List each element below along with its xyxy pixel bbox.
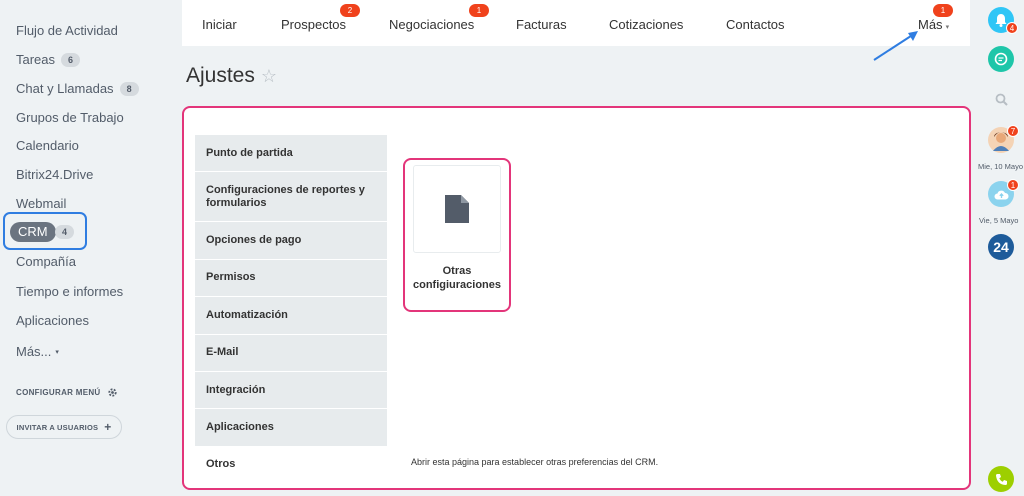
settings-item-automation[interactable]: Automatización <box>195 297 387 335</box>
phone-icon[interactable] <box>988 466 1014 492</box>
sidebar-item-drive[interactable]: Bitrix24.Drive <box>16 167 93 182</box>
tab-prospectos[interactable]: Prospectos <box>281 17 346 32</box>
negociaciones-badge: 1 <box>469 4 489 17</box>
sidebar-item-calendar[interactable]: Calendario <box>16 138 79 153</box>
crm-tabs-bar: Iniciar Prospectos 2 Negociaciones 1 Fac… <box>182 0 970 46</box>
tile-icon-box <box>413 165 501 253</box>
star-icon[interactable]: ☆ <box>261 66 277 87</box>
sidebar-item-chat[interactable]: Chat y Llamadas 8 <box>16 81 139 96</box>
sidebar-item-activity-stream[interactable]: Flujo de Actividad <box>16 23 118 38</box>
sidebar-item-company[interactable]: Compañía <box>16 254 76 269</box>
settings-item-email[interactable]: E-Mail <box>195 334 387 372</box>
sidebar-item-workgroups[interactable]: Grupos de Trabajo <box>16 110 124 125</box>
page-title: Ajustes ☆ <box>186 64 278 87</box>
settings-item-others[interactable]: Otros <box>195 446 387 485</box>
tasks-count-badge: 6 <box>61 52 81 67</box>
sidebar-item-crm[interactable]: CRM <box>10 222 56 242</box>
tab-contactos[interactable]: Contactos <box>726 17 785 32</box>
section-description: Abrir esta página para establecer otras … <box>411 457 659 467</box>
sidebar-item-time-reports[interactable]: Tiempo e informes <box>16 284 123 299</box>
sidebar-item-webmail[interactable]: Webmail <box>16 196 66 211</box>
tile-label: Otras configiuraciones <box>412 265 502 291</box>
sidebar-item-tasks[interactable]: Tareas 6 <box>16 52 81 67</box>
notifications-badge: 4 <box>1006 22 1018 34</box>
tab-facturas[interactable]: Facturas <box>516 17 567 32</box>
avatar-badge: 7 <box>1007 125 1019 137</box>
chevron-down-icon: ▾ <box>55 348 59 356</box>
sidebar-item-more[interactable]: Más... ▾ <box>16 344 59 359</box>
crm-count-badge: 4 <box>55 225 75 239</box>
date-label: Vie, 5 Mayo <box>979 216 1019 225</box>
left-sidebar: Flujo de Actividad Tareas 6 Chat y Llamad… <box>0 0 172 496</box>
date-label: Mie, 10 Mayo <box>978 162 1024 171</box>
tab-negociaciones[interactable]: Negociaciones <box>389 17 474 32</box>
other-settings-tile[interactable]: Otras configiuraciones <box>403 158 511 312</box>
document-icon <box>445 195 469 223</box>
search-icon[interactable] <box>988 86 1014 112</box>
sidebar-item-applications[interactable]: Aplicaciones <box>16 313 89 328</box>
tab-mas[interactable]: Más ▾ <box>918 17 949 32</box>
tab-cotizaciones[interactable]: Cotizaciones <box>609 17 683 32</box>
settings-panel: Punto de partida Configuraciones de repo… <box>182 106 971 490</box>
open-lines-icon[interactable] <box>988 46 1014 72</box>
settings-item-integration[interactable]: Integración <box>195 371 387 410</box>
right-rail: 4 7 Mie, 10 Mayo 1 Vie, 5 Mayo 24 <box>974 0 1024 496</box>
prospectos-badge: 2 <box>340 4 360 17</box>
crm-highlight: CRM 4 <box>3 212 87 250</box>
gear-icon <box>107 388 117 397</box>
cloud-badge: 1 <box>1007 179 1019 191</box>
chevron-down-icon: ▾ <box>945 24 950 31</box>
settings-item-starting-point[interactable]: Punto de partida <box>195 135 387 173</box>
plus-icon: + <box>104 420 112 434</box>
bitrix24-logo[interactable]: 24 <box>988 234 1014 260</box>
settings-menu: Punto de partida Configuraciones de repo… <box>195 135 387 485</box>
settings-item-permissions[interactable]: Permisos <box>195 259 387 298</box>
invite-users-button[interactable]: INVITAR A USUARIOS + <box>6 415 122 439</box>
chat-count-badge: 8 <box>119 81 139 96</box>
mas-badge: 1 <box>933 4 953 17</box>
arrow-annotation-icon <box>873 31 918 61</box>
settings-item-reports-forms[interactable]: Configuraciones de reportes y formulario… <box>195 172 387 223</box>
settings-item-payment-options[interactable]: Opciones de pago <box>195 222 387 260</box>
settings-item-applications[interactable]: Aplicaciones <box>195 409 387 447</box>
tab-iniciar[interactable]: Iniciar <box>202 17 237 32</box>
configure-menu-button[interactable]: CONFIGURAR MENÚ <box>16 387 118 398</box>
